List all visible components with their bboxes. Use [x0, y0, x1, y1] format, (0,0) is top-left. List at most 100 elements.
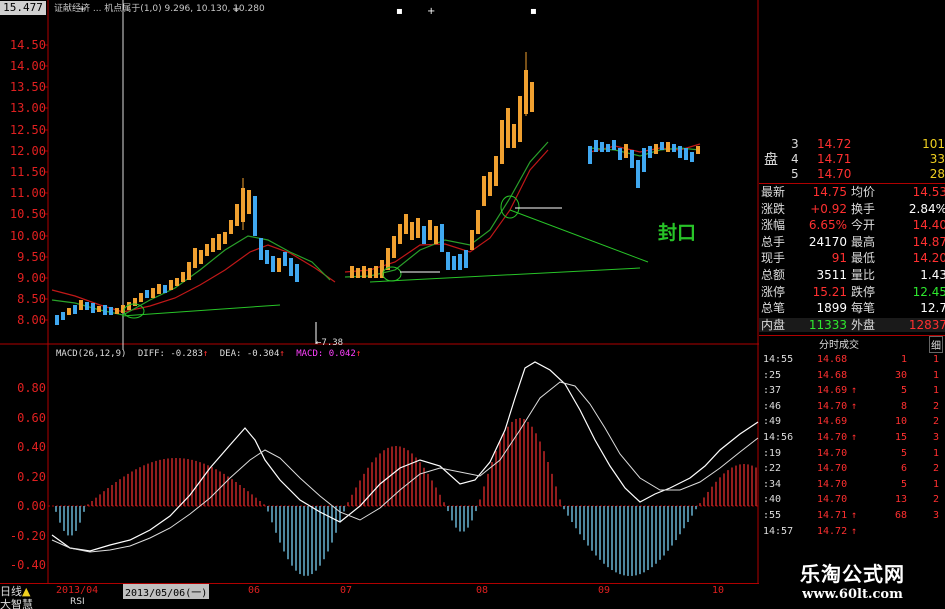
tick-price: 14.70: [817, 432, 848, 443]
quote-row: 涨停 15.21 跌停 12.45: [759, 285, 945, 300]
quote-label: 涨停: [761, 284, 786, 299]
tick-price: 14.68: [817, 354, 848, 365]
ask-row[interactable]: 3 14.72 101: [759, 137, 945, 152]
quote-label: 换手: [851, 201, 876, 216]
tick-row[interactable]: :34 14.70 5 1: [759, 477, 945, 493]
tick-volume: 5: [900, 478, 907, 490]
ask-row[interactable]: 4 14.71 33: [759, 152, 945, 167]
quote-value: 14.53: [912, 185, 945, 199]
ask-volume: 28: [929, 167, 945, 181]
ticks-title: 分时成交: [819, 340, 859, 351]
tick-count: 2: [932, 400, 939, 412]
quote-label: 均价: [851, 185, 876, 199]
y-label: 13.50: [9, 80, 46, 94]
ask-row[interactable]: 5 14.70 28: [759, 167, 945, 182]
x-month-label: 09: [598, 585, 611, 596]
quote-label: 最高: [851, 234, 876, 249]
ask-price: 14.70: [817, 167, 852, 181]
tick-price: 14.70: [817, 400, 848, 412]
tick-time: :46: [763, 400, 782, 412]
x-month-label: 06: [248, 585, 261, 596]
quote-label: 涨跌: [761, 201, 786, 216]
quote-row: 现手 91 最低 14.20: [759, 251, 945, 266]
quote-row: 总手 24170 最高 14.87: [759, 235, 945, 250]
quote-label: 今开: [851, 218, 876, 233]
quote-value: 14.40: [912, 218, 945, 233]
tick-time: :34: [763, 478, 782, 490]
tick-row[interactable]: :55 14.71 ↑ 68 3: [759, 508, 945, 524]
kline-chart[interactable]: + + ▪ + ▪: [0, 0, 760, 350]
ticks-detail-button[interactable]: 细: [929, 336, 943, 353]
formula-tab[interactable]: 大智慧: [0, 596, 33, 609]
tick-price: 14.70: [817, 478, 848, 490]
quote-label: 内盘: [761, 317, 786, 332]
tick-arrow: ↑: [851, 432, 858, 443]
candles-group-1: [55, 178, 299, 325]
macd-y-label: 0.40: [17, 440, 46, 454]
tick-row[interactable]: :46 14.70 ↑ 8 2: [759, 399, 945, 415]
tick-row[interactable]: :40 14.70 13 2: [759, 492, 945, 508]
macd-y-label: 0.00: [17, 499, 46, 513]
macd-chart[interactable]: [0, 350, 760, 585]
svg-text:▪: ▪: [396, 6, 403, 17]
tick-count: 1: [932, 478, 939, 490]
tick-count: 3: [932, 432, 939, 443]
tick-row[interactable]: 14:55 14.68 1 1: [759, 352, 945, 368]
tick-volume: 15: [894, 432, 907, 443]
rsi-tab[interactable]: RSI: [70, 597, 85, 607]
quote-label: 外盘: [851, 317, 876, 332]
y-label: 12.00: [9, 144, 46, 158]
tick-count: 2: [932, 494, 939, 506]
annotation-fengkou: 封口: [658, 222, 697, 244]
stock-terminal-window: + + ▪ + ▪ 15.477 证献经济 ... 机点属于(1,0) 9.29…: [0, 0, 945, 609]
ticks-table: 14:55 14.68 1 1 :25 14.68 30 1:37 14.69 ↑ 5 1:46 14.…: [759, 352, 945, 552]
quote-value: +0.92: [810, 201, 847, 216]
tick-count: 2: [932, 416, 939, 428]
quote-value: 14.75: [812, 185, 847, 199]
tick-volume: 13: [894, 494, 907, 506]
tick-count: 1: [932, 447, 939, 459]
divider: [759, 183, 945, 184]
tick-time: :22: [763, 463, 782, 475]
quote-row: 总额 3511 量比 1.43: [759, 268, 945, 283]
x-month-label: 10: [712, 585, 725, 596]
tick-time: :49: [763, 416, 782, 428]
svg-text:▪: ▪: [530, 6, 537, 17]
tick-row[interactable]: :22 14.70 6 2: [759, 461, 945, 477]
macd-y-label: 0.20: [17, 470, 46, 484]
quote-label: 涨幅: [761, 218, 786, 233]
tick-row[interactable]: 14:56 14.70 ↑ 15 3: [759, 430, 945, 446]
tick-row[interactable]: 14:57 14.72 ↑: [759, 524, 945, 540]
tick-time: 14:55: [763, 354, 794, 365]
tick-count: 2: [932, 463, 939, 475]
macd-y-label: 0.80: [17, 381, 46, 395]
tick-volume: 10: [894, 416, 907, 428]
quote-row: 总笔 1899 每笔 12.7: [759, 301, 945, 316]
quote-label: 总手: [761, 234, 786, 249]
quote-label: 总额: [761, 268, 786, 282]
macd-y-label: -0.20: [9, 529, 46, 543]
tick-count: 3: [932, 510, 939, 521]
low-price-label: ←7.38: [316, 338, 344, 348]
y-label: 14.50: [9, 38, 46, 52]
y-label: 10.50: [9, 207, 46, 221]
tick-price: 14.68: [817, 369, 848, 381]
tick-row[interactable]: :25 14.68 30 1: [759, 368, 945, 384]
tick-price: 14.69: [817, 416, 848, 428]
tick-row[interactable]: :19 14.70 5 1: [759, 446, 945, 462]
tick-price: 14.70: [817, 494, 848, 506]
candles-group-2: [350, 52, 534, 278]
quote-value: 1.43: [920, 268, 945, 282]
tick-price: 14.69: [817, 385, 848, 397]
tick-volume: 68: [894, 510, 907, 521]
price-tag: 15.477: [0, 1, 46, 15]
x-month-label: 07: [340, 585, 353, 596]
tick-time: 14:57: [763, 525, 794, 537]
ask-level: 5: [791, 167, 799, 181]
quote-value: 12.45: [912, 284, 945, 299]
tick-row[interactable]: :37 14.69 ↑ 5 1: [759, 383, 945, 399]
tick-row[interactable]: :49 14.69 10 2: [759, 414, 945, 430]
y-label: 11.00: [9, 186, 46, 200]
ask-price: 14.71: [817, 152, 852, 166]
y-label: 13.00: [9, 101, 46, 115]
